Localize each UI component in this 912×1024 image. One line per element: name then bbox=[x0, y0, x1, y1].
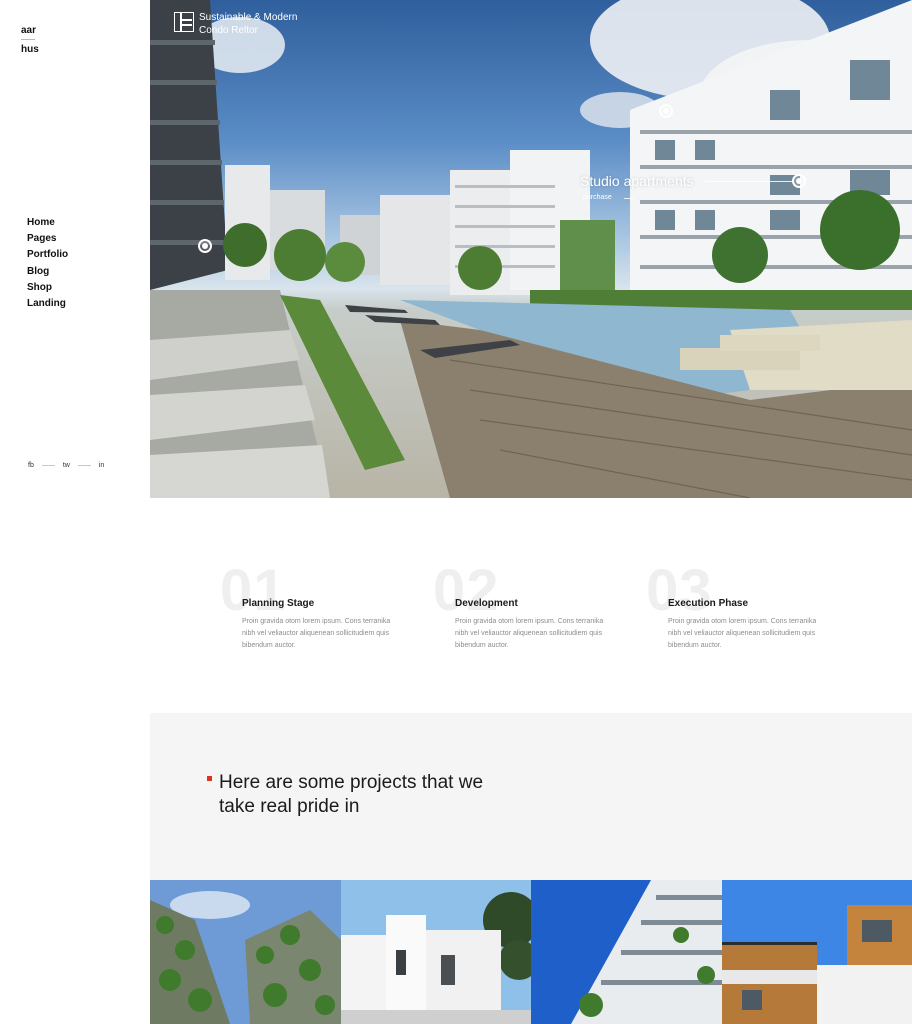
social-links: fb tw in bbox=[28, 462, 104, 469]
logo-line-1: aar bbox=[21, 25, 37, 36]
step-item: 02 Development Proin gravida otom lorem … bbox=[433, 558, 633, 668]
sidebar: aar hus Home Pages Portfolio Blog Shop L… bbox=[0, 0, 150, 1024]
project-image bbox=[531, 880, 722, 1024]
projects-heading: Here are some projects that we take real… bbox=[219, 772, 484, 817]
step-description: Proin gravida otom lorem ipsum. Cons ter… bbox=[668, 618, 817, 649]
hotspot-connector bbox=[705, 181, 793, 182]
logo-divider bbox=[21, 39, 35, 40]
step-title: Planning Stage bbox=[242, 598, 315, 609]
accent-square bbox=[207, 776, 212, 781]
logo[interactable]: aar hus bbox=[21, 24, 61, 56]
social-divider bbox=[41, 465, 55, 466]
hotspot-marker-active[interactable] bbox=[792, 174, 806, 188]
hotspot-marker[interactable] bbox=[659, 104, 673, 118]
nav-item-portfolio[interactable]: Portfolio bbox=[27, 247, 68, 263]
main-nav: Home Pages Portfolio Blog Shop Landing bbox=[27, 215, 68, 312]
hero-illustration bbox=[150, 0, 912, 498]
project-tile-white-villa[interactable] bbox=[340, 880, 531, 1024]
building-plan-icon bbox=[174, 12, 194, 32]
hero-brand[interactable]: Sustainable & Modern Condo Reltor bbox=[174, 11, 319, 37]
hotspot-subtitle[interactable]: purchase bbox=[583, 194, 612, 201]
step-description: Proin gravida otom lorem ipsum. Cons ter… bbox=[455, 618, 604, 649]
hero-brand-text: Sustainable & Modern Condo Reltor bbox=[199, 12, 298, 36]
project-tile-vertical-forest[interactable] bbox=[150, 880, 341, 1024]
nav-item-blog[interactable]: Blog bbox=[27, 264, 68, 280]
process-steps: 01 Planning Stage Proin gravida otom lor… bbox=[150, 498, 912, 713]
step-description: Proin gravida otom lorem ipsum. Cons ter… bbox=[242, 618, 391, 649]
step-title: Execution Phase bbox=[668, 598, 749, 609]
social-divider bbox=[77, 465, 91, 466]
nav-item-shop[interactable]: Shop bbox=[27, 280, 68, 296]
project-tile-balcony-tower[interactable] bbox=[531, 880, 722, 1024]
step-item: 03 Execution Phase Proin gravida otom lo… bbox=[646, 558, 846, 668]
project-image bbox=[721, 880, 912, 1024]
social-link-instagram[interactable]: in bbox=[99, 462, 104, 469]
nav-item-landing[interactable]: Landing bbox=[27, 296, 68, 312]
social-link-facebook[interactable]: fb bbox=[28, 462, 34, 469]
project-gallery bbox=[150, 880, 912, 1024]
hotspot-title[interactable]: Studio apartments bbox=[580, 173, 694, 189]
projects-section: Here are some projects that we take real… bbox=[150, 713, 912, 880]
step-number: 02 bbox=[433, 558, 500, 623]
hotspot-subtitle-line bbox=[624, 198, 634, 199]
step-title: Development bbox=[455, 598, 518, 609]
nav-item-home[interactable]: Home bbox=[27, 215, 68, 231]
project-image bbox=[150, 880, 341, 1024]
hero-image: Sustainable & Modern Condo Reltor Studio… bbox=[150, 0, 912, 498]
project-image bbox=[340, 880, 531, 1024]
logo-line-2: hus bbox=[21, 44, 39, 55]
project-tile-wooden-house[interactable] bbox=[721, 880, 912, 1024]
social-link-twitter[interactable]: tw bbox=[63, 462, 70, 469]
hotspot-marker[interactable] bbox=[198, 239, 212, 253]
step-item: 01 Planning Stage Proin gravida otom lor… bbox=[220, 558, 420, 668]
nav-item-pages[interactable]: Pages bbox=[27, 231, 68, 247]
step-number: 03 bbox=[646, 558, 713, 623]
step-number: 01 bbox=[220, 558, 287, 623]
